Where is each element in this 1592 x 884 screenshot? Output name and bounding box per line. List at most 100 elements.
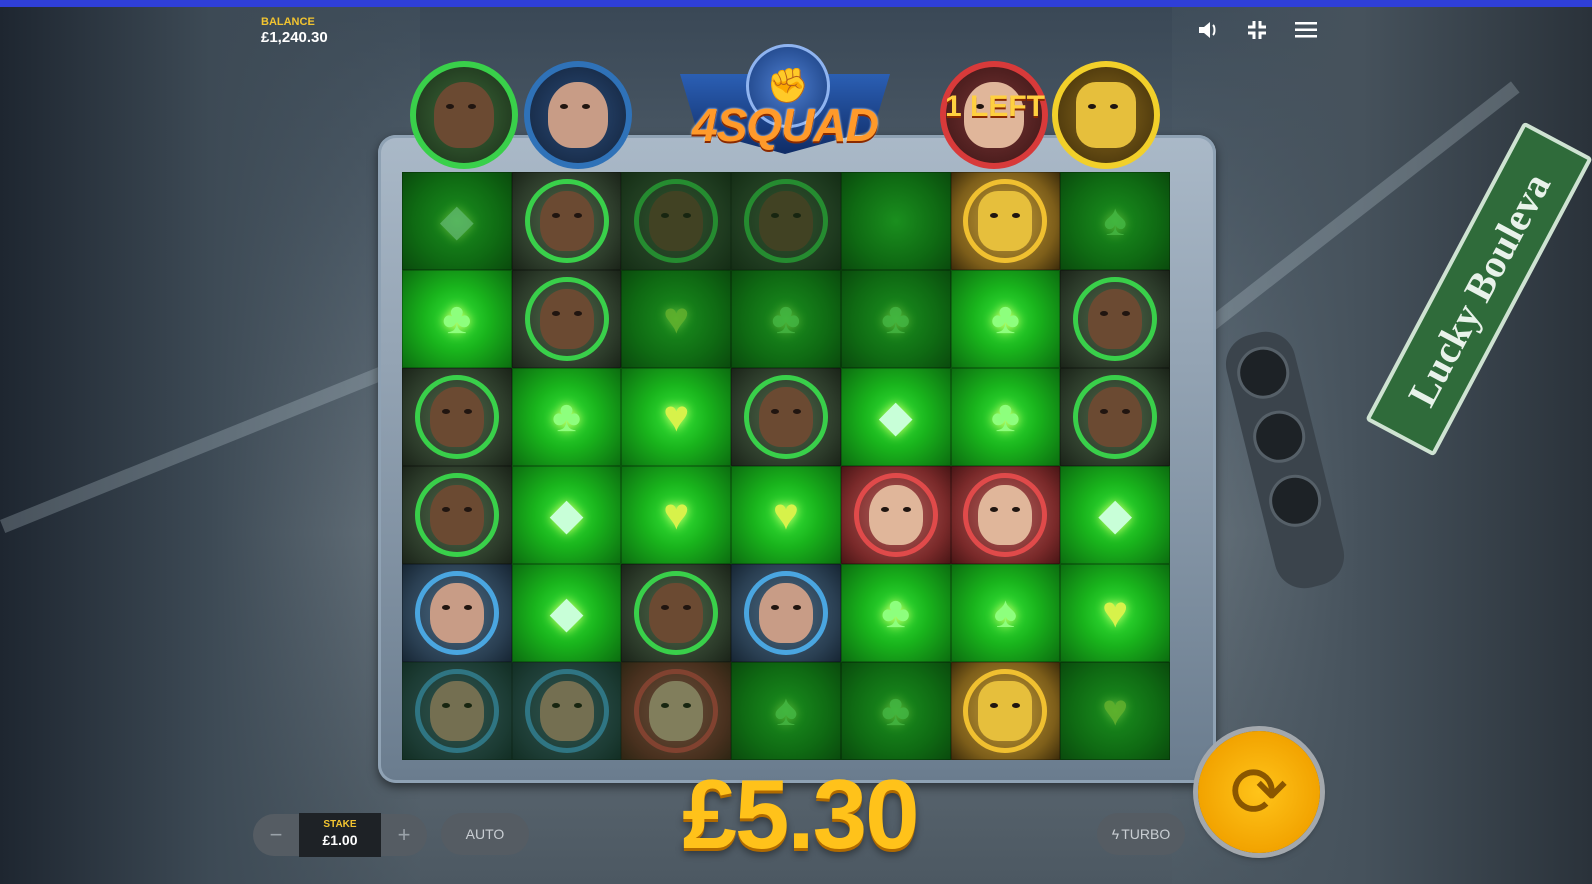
hero-face: [429, 681, 484, 741]
diamond-symbol: ◆: [402, 172, 512, 270]
club-symbol: ♣: [402, 270, 512, 368]
hero-face: [429, 583, 484, 643]
symbol-ring: [853, 473, 938, 557]
collected-hero-green: [410, 61, 518, 169]
balance-label: BALANCE: [261, 16, 315, 28]
red-hero-symbol: [840, 466, 951, 564]
club-symbol: ♣: [840, 564, 951, 662]
stake-label: STAKE: [323, 819, 357, 830]
heart-icon: ♥: [772, 490, 800, 539]
club-icon: ♣: [771, 294, 801, 343]
fist-icon: [978, 191, 1033, 251]
spade-icon: ♠: [1103, 196, 1127, 245]
game-logo-banner: ✊ 4SQUAD: [680, 44, 890, 184]
autoplay-button[interactable]: AUTO: [441, 813, 529, 855]
club-icon: ♣: [881, 588, 911, 637]
turbo-button[interactable]: ϟ TURBO: [1097, 813, 1185, 855]
club-icon: ♣: [552, 392, 581, 441]
heart-symbol: ♥: [621, 466, 732, 564]
hero-face: [649, 681, 704, 741]
hero-face: [434, 82, 494, 148]
blue-hero-symbol: [511, 662, 622, 760]
symbol-ring: [414, 571, 499, 655]
green-hero-symbol: [1060, 270, 1170, 368]
hero-face: [758, 387, 813, 447]
heart-icon: ♥: [1102, 588, 1129, 637]
hero-face: [649, 583, 704, 643]
increase-stake-button[interactable]: +: [381, 814, 427, 856]
green-hero-symbol: [621, 172, 732, 270]
symbol-ring: [1073, 277, 1158, 361]
hero-face: [758, 583, 813, 643]
hero-face: [868, 485, 923, 545]
heart-symbol: ♥: [1060, 564, 1170, 662]
hero-face: [429, 387, 484, 447]
club-icon: ♣: [990, 392, 1020, 441]
symbol-ring: [743, 571, 828, 655]
turbo-label: TURBO: [1121, 826, 1171, 842]
spade-symbol: ♠: [731, 662, 841, 760]
symbol-ring: [963, 669, 1048, 753]
exit-fullscreen-icon[interactable]: [1244, 17, 1270, 43]
symbol-ring: [963, 179, 1048, 263]
diamond-symbol: ◆: [840, 368, 951, 466]
symbol-ring: [634, 669, 719, 753]
green-hero-symbol: [621, 564, 732, 662]
green-hero-symbol: [731, 172, 841, 270]
stake-display: STAKE £1.00: [299, 813, 381, 857]
hero-face: [978, 485, 1033, 545]
blue-hero-symbol: [731, 564, 841, 662]
symbol-ring: [743, 375, 828, 459]
diamond-icon: ◆: [878, 392, 913, 441]
hero-face: [539, 191, 594, 251]
spin-button[interactable]: ⟳: [1198, 731, 1320, 853]
heart-symbol: ♥: [621, 270, 732, 368]
club-symbol: ♣: [950, 368, 1061, 466]
club-symbol: ♣: [511, 368, 622, 466]
club-icon: ♣: [881, 686, 911, 735]
balance-value: £1,240.30: [261, 29, 328, 46]
club-icon: ♣: [990, 294, 1020, 343]
green-hero-symbol: [731, 368, 841, 466]
spade-icon: ♠: [993, 588, 1018, 637]
green-symbol: [840, 172, 951, 270]
symbol-ring: [1073, 375, 1158, 459]
heart-icon: ♥: [663, 294, 690, 343]
green-hero-symbol: [511, 172, 622, 270]
diamond-symbol: ◆: [1060, 466, 1170, 564]
club-symbol: ♣: [950, 270, 1061, 368]
reel-grid: ◆ ♠ ♣ ♥ ♣ ♣ ♣ ♣ ♥ ◆ ♣ ◆ ♥ ♥ ◆ ◆ ♣ ♠ ♥ ♠ ♣ ♥: [402, 172, 1170, 760]
diamond-icon: ◆: [1098, 490, 1133, 539]
fist-icon: [978, 681, 1033, 741]
decrease-stake-button[interactable]: −: [253, 814, 299, 856]
autoplay-label: AUTO: [465, 826, 505, 842]
diamond-icon: ◆: [549, 490, 584, 539]
green-hero-symbol: [1060, 368, 1170, 466]
heart-symbol: ♥: [1060, 662, 1170, 760]
spin-arrows-icon: ⟳: [1229, 753, 1289, 831]
diamond-symbol: ◆: [511, 466, 622, 564]
symbol-ring: [414, 473, 499, 557]
spade-icon: ♠: [774, 686, 798, 735]
symbol-ring: [414, 669, 499, 753]
green-hero-symbol: [511, 270, 622, 368]
hamburger-menu-icon[interactable]: [1293, 17, 1319, 43]
hero-face: [1088, 289, 1143, 349]
heart-symbol: ♥: [731, 466, 841, 564]
speaker-icon[interactable]: [1195, 17, 1221, 43]
symbol-ring: [524, 277, 609, 361]
red-hero-symbol: [621, 662, 732, 760]
club-symbol: ♣: [731, 270, 841, 368]
gold-fist-symbol: [950, 662, 1061, 760]
symbol-ring: [634, 179, 719, 263]
blue-hero-symbol: [402, 662, 512, 760]
stake-value: £1.00: [322, 832, 358, 848]
hero-face: [1088, 387, 1143, 447]
game-title: 4SQUAD: [692, 99, 879, 151]
hero-face: [649, 191, 704, 251]
club-icon: ♣: [881, 294, 911, 343]
club-symbol: ♣: [840, 270, 951, 368]
gold-fist-symbol: [950, 172, 1061, 270]
diamond-icon: ◆: [549, 588, 584, 637]
collected-hero-blue: [524, 61, 632, 169]
